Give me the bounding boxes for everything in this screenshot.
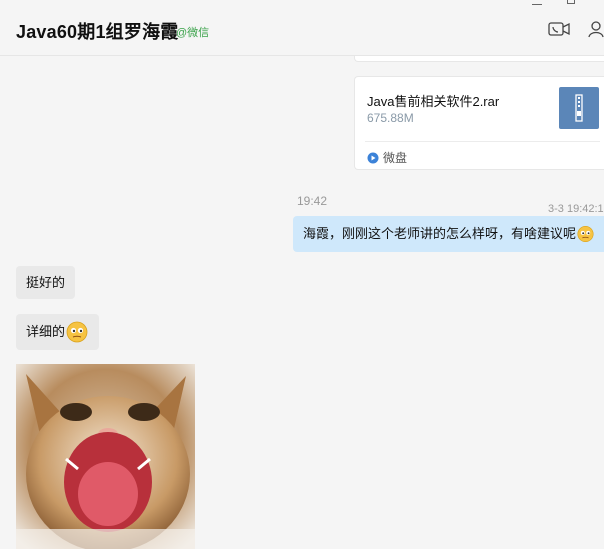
video-call-icon[interactable] [548, 20, 570, 38]
outgoing-message-text: 海霞，刚刚这个老师讲的怎么样呀，有啥建议呢 [303, 226, 577, 241]
cat-sticker-image[interactable] [16, 364, 195, 549]
minimize-button[interactable] [532, 4, 542, 5]
chat-header: Java60期1组罗海霞 @微信 [0, 0, 604, 56]
incoming-message-text: 详细的 [26, 324, 66, 339]
wechat-source-tag: @微信 [176, 27, 210, 39]
message-time: 19:42 [297, 194, 328, 208]
file-name: Java售前相关软件2.rar [367, 94, 500, 109]
file-card-divider [365, 141, 600, 142]
message-datetime: 3-3 19:42:1 [548, 203, 604, 215]
file-size: 675.88M [367, 111, 414, 125]
incoming-message-text: 挺好的 [26, 274, 66, 290]
outgoing-message-bubble[interactable]: 海霞，刚刚这个老师讲的怎么样呀，有啥建议呢 [293, 216, 604, 252]
incoming-message-bubble[interactable]: 挺好的 [16, 266, 75, 299]
chat-title[interactable]: Java60期1组罗海霞 [16, 18, 178, 44]
incoming-message-bubble[interactable]: 详细的 [16, 314, 99, 350]
weipan-icon [367, 152, 379, 163]
file-message-card[interactable]: Java售前相关软件2.rar 675.88M 微盘 [354, 76, 604, 170]
emoji-icon [66, 321, 88, 343]
zip-file-icon [559, 87, 599, 129]
maximize-button[interactable] [567, 0, 575, 4]
previous-message-edge [354, 56, 604, 62]
person-icon[interactable] [587, 20, 604, 38]
weipan-label: 微盘 [383, 151, 408, 165]
weipan-row: 微盘 [367, 149, 407, 166]
emoji-icon [577, 225, 594, 243]
